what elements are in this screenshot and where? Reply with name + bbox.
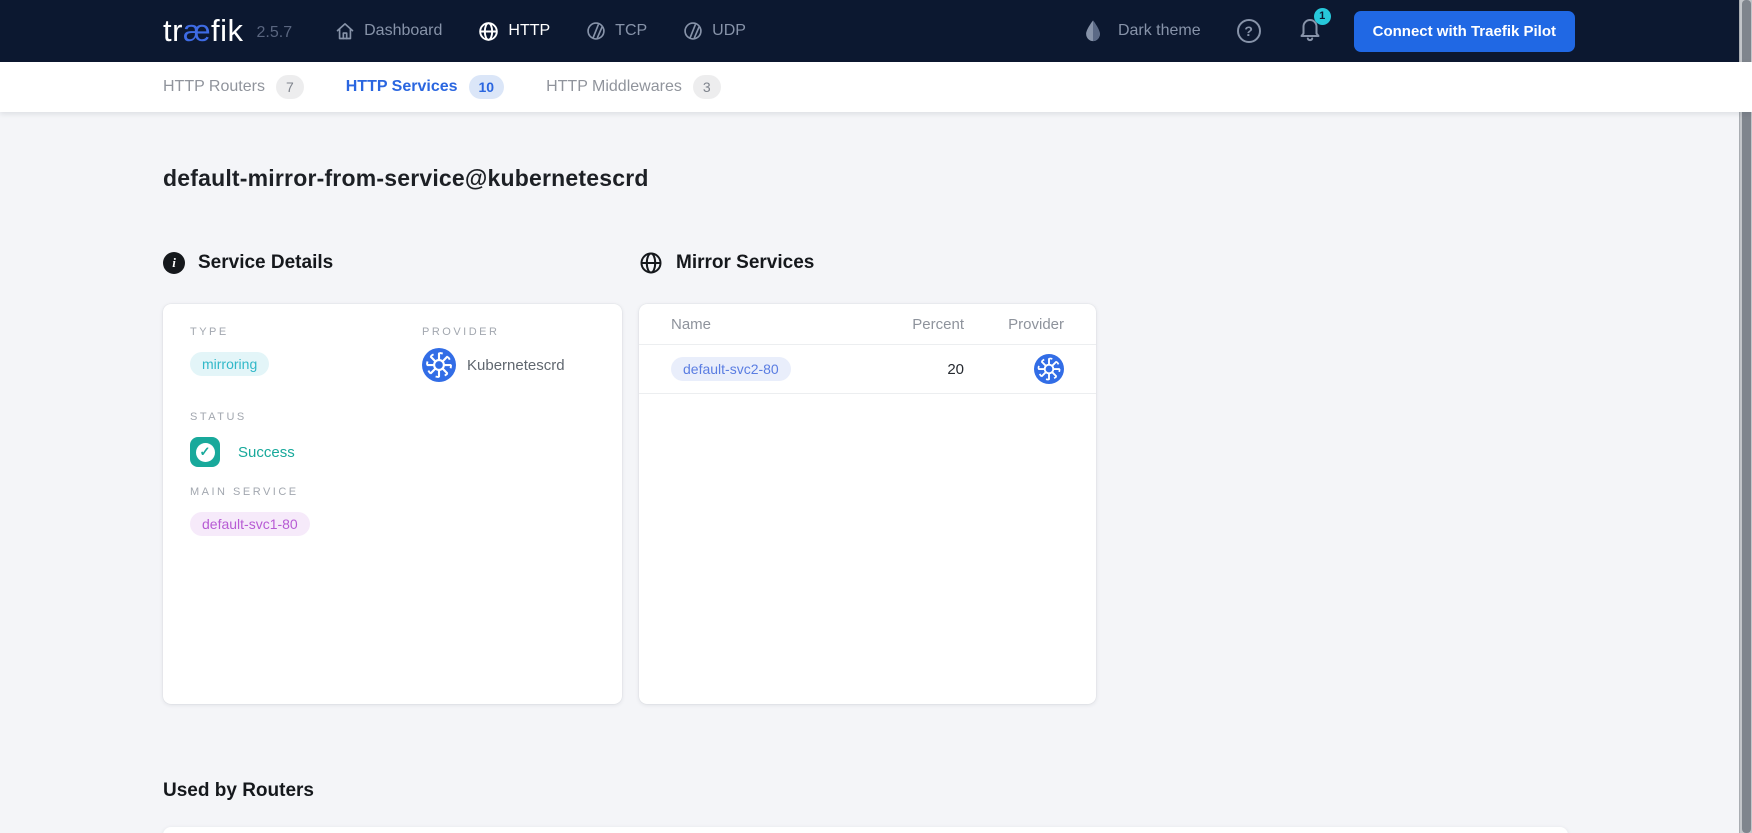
stream-icon	[586, 21, 606, 41]
status-badge: ✓ Success	[190, 437, 602, 467]
used-by-routers-heading: Used by Routers	[163, 780, 1752, 802]
provider-label: PROVIDER	[422, 326, 565, 338]
tab-http-middlewares[interactable]: HTTP Middlewares 3	[546, 75, 721, 99]
success-check-icon: ✓	[190, 437, 220, 467]
tab-label: HTTP Middlewares	[546, 78, 682, 96]
nav-item-dashboard[interactable]: Dashboard	[335, 21, 442, 41]
section-title: Mirror Services	[676, 252, 814, 274]
main-service-link[interactable]: default-svc1-80	[190, 512, 310, 536]
section-title: Service Details	[198, 252, 333, 274]
mirror-services-section: Mirror Services Name Percent Provider de…	[639, 250, 1096, 704]
tab-label: HTTP Services	[346, 78, 458, 96]
notification-badge: 1	[1314, 8, 1331, 25]
nav-item-udp[interactable]: UDP	[683, 21, 746, 41]
main-service-label: MAIN SERVICE	[190, 486, 602, 498]
theme-contrast-icon[interactable]	[1082, 19, 1104, 43]
notifications-button[interactable]: 1	[1298, 16, 1322, 47]
service-details-card: TYPE mirroring PROVIDER Kubernetescrd	[163, 304, 622, 704]
table-header-row: Name Percent Provider	[639, 304, 1096, 345]
tab-http-routers[interactable]: HTTP Routers 7	[163, 75, 304, 99]
column-header-provider: Provider	[964, 316, 1064, 333]
traefik-logo[interactable]: træfik	[163, 13, 244, 49]
kubernetes-icon	[422, 348, 456, 382]
mirror-services-header: Mirror Services	[639, 250, 1096, 276]
page-title: default-mirror-from-service@kubernetescr…	[163, 165, 1752, 192]
theme-toggle-label[interactable]: Dark theme	[1118, 22, 1201, 40]
nav-item-tcp[interactable]: TCP	[586, 21, 647, 41]
provider-value: Kubernetescrd	[467, 357, 565, 374]
home-icon	[335, 21, 355, 41]
help-icon[interactable]: ?	[1237, 19, 1261, 43]
globe-icon	[639, 251, 663, 275]
main-nav: Dashboard HTTP TCP UDP	[335, 21, 746, 42]
status-value: Success	[238, 444, 295, 461]
service-details-header: i Service Details	[163, 250, 622, 276]
kubernetes-icon	[1034, 354, 1064, 384]
scrollbar-thumb[interactable]	[1742, 0, 1751, 833]
nav-item-label: Dashboard	[364, 22, 442, 40]
table-row[interactable]: default-svc2-80 20	[639, 345, 1096, 394]
type-badge: mirroring	[190, 352, 269, 376]
stream-icon	[683, 21, 703, 41]
type-label: TYPE	[190, 326, 422, 338]
tab-http-services[interactable]: HTTP Services 10	[346, 75, 504, 99]
tab-count-badge: 7	[276, 75, 304, 99]
navbar-right: Dark theme ? 1 Connect with Traefik Pilo…	[1082, 11, 1575, 52]
main-content: default-mirror-from-service@kubernetescr…	[0, 165, 1752, 833]
percent-value: 20	[868, 361, 964, 378]
page-scrollbar[interactable]	[1739, 0, 1752, 833]
mirror-services-card: Name Percent Provider default-svc2-80 20	[639, 304, 1096, 704]
service-details-section: i Service Details TYPE mirroring PROVIDE…	[163, 250, 622, 704]
status-label: STATUS	[190, 411, 602, 423]
top-navbar: træfik 2.5.7 Dashboard HTTP TCP UDP	[0, 0, 1752, 62]
mirror-service-link[interactable]: default-svc2-80	[671, 357, 791, 381]
http-tabbar: HTTP Routers 7 HTTP Services 10 HTTP Mid…	[0, 62, 1752, 112]
connect-pilot-button[interactable]: Connect with Traefik Pilot	[1354, 11, 1575, 52]
nav-item-label: TCP	[615, 22, 647, 40]
routers-table-card	[163, 827, 1568, 833]
nav-item-http[interactable]: HTTP	[478, 21, 550, 42]
tab-label: HTTP Routers	[163, 78, 265, 96]
nav-item-label: UDP	[712, 22, 746, 40]
column-header-percent: Percent	[868, 316, 964, 333]
tab-count-badge: 3	[693, 75, 721, 99]
column-header-name: Name	[671, 316, 868, 333]
nav-item-label: HTTP	[508, 22, 550, 40]
info-icon: i	[163, 252, 185, 274]
tab-count-badge: 10	[469, 75, 505, 99]
version-label: 2.5.7	[257, 24, 293, 42]
globe-icon	[478, 21, 499, 42]
